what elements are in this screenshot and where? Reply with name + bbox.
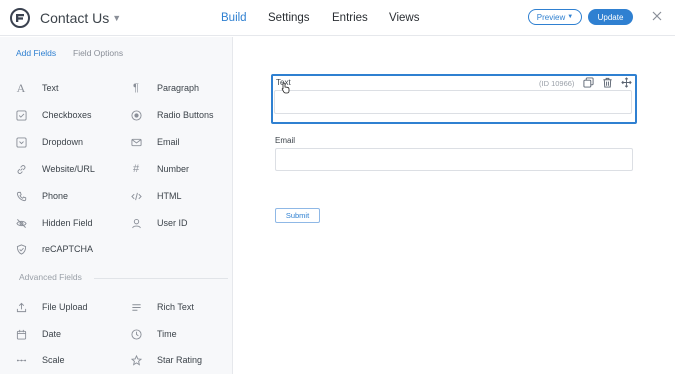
close-icon[interactable] <box>651 10 663 22</box>
field-file-upload[interactable]: File Upload <box>15 300 88 314</box>
formidable-logo-icon[interactable] <box>10 8 30 28</box>
phone-icon <box>15 190 27 202</box>
field-label: Time <box>157 329 177 339</box>
text-input[interactable] <box>274 90 632 114</box>
tab-build[interactable]: Build <box>221 12 247 24</box>
form-canvas: Text (ID 10966) Email Submit <box>233 37 675 374</box>
email-icon <box>130 136 142 148</box>
duplicate-icon[interactable] <box>583 77 594 88</box>
user-icon <box>130 217 142 229</box>
top-bar: Contact Us ▼ Build Settings Entries Views… <box>0 0 675 36</box>
update-button[interactable]: Update <box>588 9 633 25</box>
field-label: Number <box>157 164 190 174</box>
field-label: Paragraph <box>157 83 200 93</box>
star-icon <box>130 354 142 366</box>
form-title: Contact Us <box>40 10 110 26</box>
chevron-down-icon: ▼ <box>567 14 574 20</box>
rich-text-icon <box>130 301 142 313</box>
tab-field-options[interactable]: Field Options <box>73 48 123 58</box>
field-dropdown[interactable]: Dropdown <box>15 135 83 149</box>
preview-button[interactable]: Preview ▼ <box>528 9 582 25</box>
field-label: Hidden Field <box>42 218 93 228</box>
hand-cursor-icon <box>281 82 290 94</box>
field-label: Dropdown <box>42 137 84 147</box>
chevron-down-icon: ▼ <box>112 13 122 23</box>
field-label: Email <box>157 137 180 147</box>
scale-icon <box>15 354 27 366</box>
link-icon <box>15 163 27 175</box>
field-label: User ID <box>157 218 188 228</box>
field-html[interactable]: HTML <box>130 189 182 203</box>
field-checkboxes[interactable]: Checkboxes <box>15 108 92 122</box>
field-label: HTML <box>157 191 182 201</box>
dropdown-icon <box>15 136 27 148</box>
email-input[interactable] <box>275 148 633 171</box>
field-date[interactable]: Date <box>15 327 61 341</box>
field-label: Phone <box>42 191 69 201</box>
sidebar-tabs: Add Fields Field Options <box>0 37 232 67</box>
advanced-fields-heading: Advanced Fields <box>19 272 82 282</box>
field-label: Rich Text <box>157 302 194 312</box>
field-rich-text[interactable]: Rich Text <box>130 300 194 314</box>
divider <box>94 278 228 279</box>
code-icon <box>130 190 142 202</box>
field-text[interactable]: A Text <box>15 81 59 95</box>
hash-icon: # <box>132 163 140 175</box>
field-time[interactable]: Time <box>130 327 177 341</box>
field-paragraph[interactable]: ¶ Paragraph <box>130 81 199 95</box>
hidden-icon <box>15 217 27 229</box>
paragraph-icon: ¶ <box>133 82 139 94</box>
field-label: reCAPTCHA <box>42 244 94 254</box>
tab-settings[interactable]: Settings <box>268 12 310 24</box>
selected-field-text[interactable]: Text (ID 10966) <box>271 74 637 124</box>
field-recaptcha[interactable]: reCAPTCHA <box>15 242 93 256</box>
form-title-dropdown[interactable]: Contact Us ▼ <box>40 10 121 26</box>
radio-icon <box>130 109 142 121</box>
field-label: Radio Buttons <box>157 110 214 120</box>
field-hidden-field[interactable]: Hidden Field <box>15 216 93 230</box>
field-label: Scale <box>42 355 65 365</box>
field-label: File Upload <box>42 302 88 312</box>
calendar-icon <box>15 328 27 340</box>
field-star-rating[interactable]: Star Rating <box>130 353 202 367</box>
field-label: Text <box>42 83 59 93</box>
field-email[interactable]: Email <box>130 135 180 149</box>
upload-icon <box>15 301 27 313</box>
field-website-url[interactable]: Website/URL <box>15 162 95 176</box>
trash-icon[interactable] <box>602 77 613 88</box>
field-label: Website/URL <box>42 164 95 174</box>
field-label: Date <box>42 329 62 339</box>
preview-label: Preview <box>536 12 566 22</box>
tab-entries[interactable]: Entries <box>332 12 368 24</box>
sidebar: Add Fields Field Options A Text ¶ Paragr… <box>0 37 233 374</box>
field-phone[interactable]: Phone <box>15 189 68 203</box>
text-icon: A <box>16 80 26 95</box>
tab-add-fields[interactable]: Add Fields <box>16 48 56 58</box>
field-label: Star Rating <box>157 355 203 365</box>
field-label-email: Email <box>275 136 296 145</box>
submit-button[interactable]: Submit <box>275 208 320 223</box>
checkbox-icon <box>15 109 27 121</box>
move-icon[interactable] <box>621 77 632 88</box>
shield-icon <box>15 243 27 255</box>
field-user-id[interactable]: User ID <box>130 216 188 230</box>
tab-views[interactable]: Views <box>389 12 419 24</box>
field-radio-buttons[interactable]: Radio Buttons <box>130 108 214 122</box>
clock-icon <box>130 328 142 340</box>
field-scale[interactable]: Scale <box>15 353 65 367</box>
field-number[interactable]: # Number <box>130 162 189 176</box>
field-label: Checkboxes <box>42 110 92 120</box>
field-id: (ID 10966) <box>539 79 575 88</box>
